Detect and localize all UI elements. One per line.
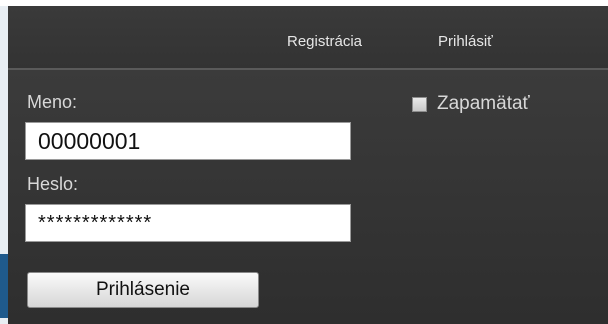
remember-me-label: Zapamätať <box>437 93 530 114</box>
login-widget: Registrácia Prihlásiť Meno: Heslo: Zapam… <box>0 0 608 324</box>
login-submit-button[interactable]: Prihlásenie <box>27 272 259 308</box>
register-link[interactable]: Registrácia <box>287 33 362 50</box>
login-form: Meno: Heslo: Zapamätať Prihlásenie <box>8 70 608 324</box>
remember-me-checkbox[interactable] <box>412 96 427 112</box>
password-input[interactable] <box>25 204 351 242</box>
username-input[interactable] <box>25 122 351 160</box>
page-edge-accent <box>0 254 8 318</box>
username-label: Meno: <box>27 92 78 112</box>
remember-me-option[interactable]: Zapamätať <box>412 92 530 116</box>
password-label: Heslo: <box>27 174 79 194</box>
login-link[interactable]: Prihlásiť <box>438 33 493 50</box>
top-navigation-bar: Registrácia Prihlásiť <box>8 6 608 70</box>
